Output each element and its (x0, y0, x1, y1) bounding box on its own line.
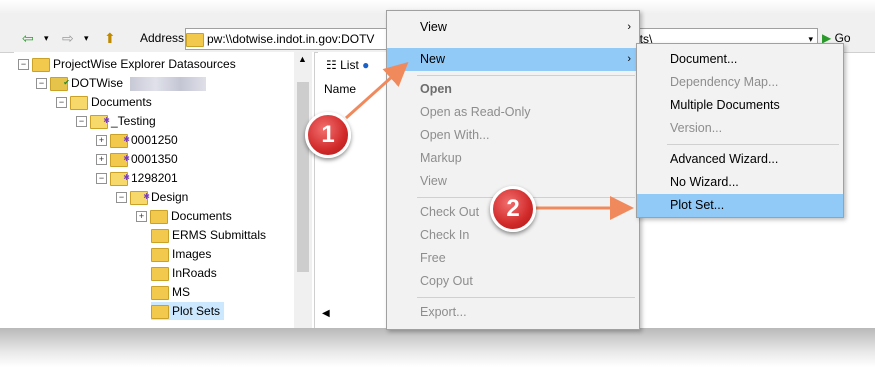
callout-badge-2: 2 (490, 186, 536, 232)
callout-arrow-1 (344, 61, 409, 120)
callout-arrows (344, 61, 634, 220)
callout-badge-1: 1 (305, 112, 351, 158)
